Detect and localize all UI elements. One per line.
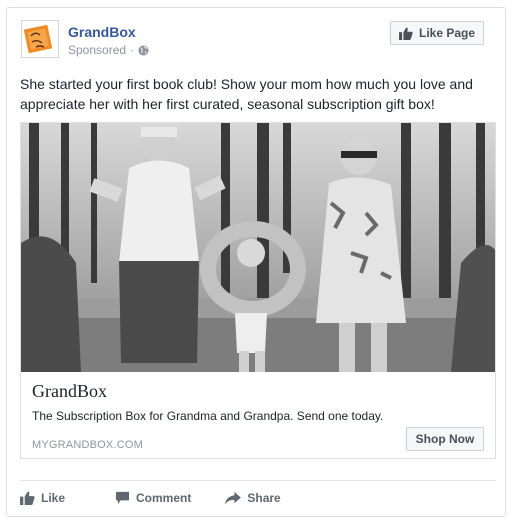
like-page-button[interactable]: Like Page xyxy=(390,21,484,45)
link-title[interactable]: GrandBox xyxy=(32,381,107,402)
link-preview[interactable]: GrandBox The Subscription Box for Grandm… xyxy=(20,122,496,459)
sponsored-label[interactable]: Sponsored xyxy=(68,43,126,57)
thumbs-up-icon xyxy=(399,27,413,40)
page-name-link[interactable]: GrandBox xyxy=(68,24,136,40)
grandbox-logo-icon xyxy=(22,21,58,57)
like-action[interactable]: Like xyxy=(20,491,65,505)
like-label: Like xyxy=(41,491,66,505)
share-label: Share xyxy=(247,491,281,505)
link-domain: MYGRANDBOX.COM xyxy=(32,439,143,451)
comment-action[interactable]: Comment xyxy=(115,491,191,505)
share-action[interactable]: Share xyxy=(225,491,281,505)
thumbs-up-icon xyxy=(20,491,35,505)
comment-icon xyxy=(115,491,130,505)
link-description: The Subscription Box for Grandma and Gra… xyxy=(32,409,384,423)
sponsored-row: Sponsored · xyxy=(68,43,149,57)
comment-label: Comment xyxy=(136,491,192,505)
shop-now-button[interactable]: Shop Now xyxy=(406,427,484,451)
globe-icon xyxy=(138,44,149,56)
separator-dot: · xyxy=(130,43,135,57)
ad-photo[interactable] xyxy=(21,123,496,372)
post-actions-bar: Like Comment Share xyxy=(20,486,496,510)
share-icon xyxy=(225,491,242,504)
post-body-text: She started your first book club! Show y… xyxy=(20,76,473,112)
sponsored-post-card: GrandBox Sponsored · Like Page She start… xyxy=(6,7,506,517)
page-avatar[interactable] xyxy=(21,20,59,58)
actions-divider xyxy=(20,480,496,481)
like-page-label: Like Page xyxy=(418,26,476,40)
